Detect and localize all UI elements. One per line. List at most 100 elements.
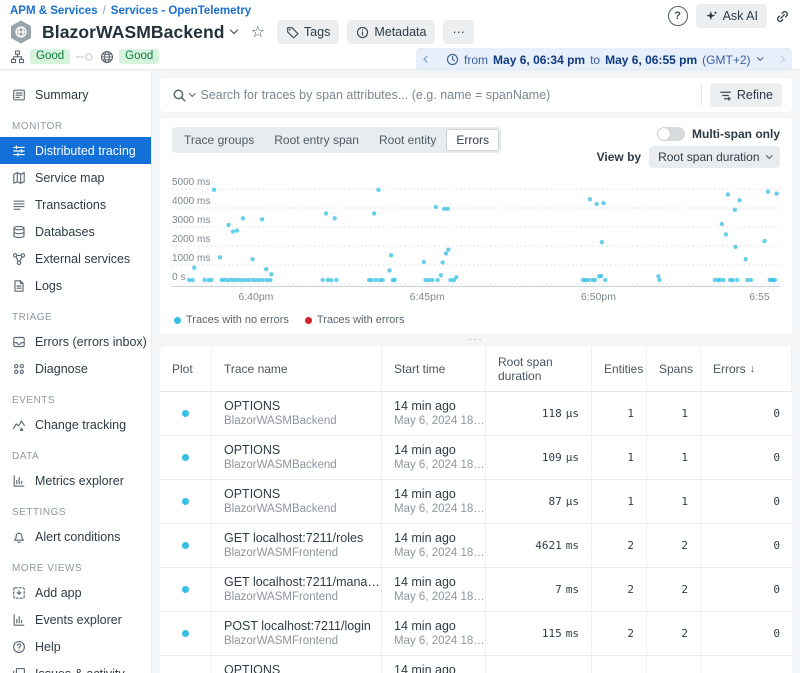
multi-span-toggle[interactable] — [657, 127, 685, 141]
sidebar-item-logs[interactable]: Logs — [0, 272, 151, 299]
sidebar-item-issues-activity[interactable]: Issues & activity — [0, 660, 151, 673]
sidebar-item-metrics-explorer[interactable]: Metrics explorer — [0, 467, 151, 494]
web-health-badge[interactable]: Good — [119, 49, 159, 64]
column-header-spans[interactable]: Spans — [647, 346, 701, 392]
help-circle-icon[interactable]: ? — [668, 6, 688, 26]
diagnose-icon — [12, 362, 26, 376]
column-header-trace-name[interactable]: Trace name — [212, 346, 382, 392]
sidebar-item-summary[interactable]: Summary — [0, 81, 151, 108]
sidebar-item-external-services[interactable]: External services — [0, 245, 151, 272]
entities-cell: 1 — [592, 480, 647, 524]
sidebar-item-change-tracking[interactable]: Change tracking — [0, 411, 151, 438]
y-axis-label: 1000 ms — [172, 253, 210, 264]
page-title: BlazorWASMBackend — [42, 22, 225, 43]
column-header-plot[interactable]: Plot — [160, 346, 212, 392]
spans-cell: 2 — [647, 524, 701, 568]
legend-item-traces-with-no-errors[interactable]: Traces with no errors — [174, 314, 289, 326]
duration-value: 87µs — [549, 495, 580, 508]
service-map-icon — [12, 171, 26, 185]
trace-point — [261, 278, 265, 282]
plot-cell — [160, 568, 212, 612]
sidebar-item-alert-conditions[interactable]: Alert conditions — [0, 523, 151, 550]
y-axis-label: 0 s — [172, 272, 185, 283]
trace-point — [231, 229, 235, 233]
panel-controls: Multi-span only View by Root span durati… — [597, 127, 780, 168]
time-range-back-chevron[interactable] — [416, 48, 438, 71]
external-services-icon — [12, 252, 26, 266]
duration-scatter-chart[interactable]: 5000 ms4000 ms3000 ms2000 ms1000 ms0 s6:… — [172, 176, 780, 308]
tags-button[interactable]: Tags — [277, 20, 339, 44]
tab-root-entity[interactable]: Root entity — [369, 129, 446, 151]
tab-errors[interactable]: Errors — [446, 129, 499, 151]
tab-trace-groups[interactable]: Trace groups — [174, 129, 264, 151]
favorite-star-icon[interactable]: ☆ — [251, 22, 265, 42]
time-range-value[interactable]: from May 6, 06:34 pm to May 6, 06:55 pm … — [438, 48, 770, 71]
permalink-icon[interactable] — [775, 9, 790, 24]
distributed-tracing-icon — [12, 144, 26, 158]
sidebar-item-label: Diagnose — [35, 362, 88, 376]
search-icon — [172, 88, 187, 103]
trace-point — [601, 201, 605, 205]
search-input[interactable] — [201, 88, 693, 102]
metadata-button[interactable]: Metadata — [347, 20, 435, 44]
trace-entity: BlazorWASMBackend — [224, 502, 380, 517]
column-header-label: Start time — [394, 362, 445, 376]
databases-icon — [12, 225, 26, 239]
search-mode-dropdown[interactable] — [170, 88, 201, 103]
start-time-cell: 14 min agoMay 6, 2024 18:... — [382, 480, 486, 524]
breadcrumb-services-opentelemetry[interactable]: Services - OpenTelemetry — [111, 5, 251, 17]
x-axis-label: 6:40pm — [238, 291, 273, 303]
trace-name: POST localhost:7211/login — [224, 618, 380, 634]
sidebar-item-add-app[interactable]: Add app — [0, 579, 151, 606]
help-icon — [12, 640, 26, 654]
app-window: APM & Services / Services - OpenTelemetr… — [0, 0, 800, 673]
sidebar-item-events-explorer[interactable]: Events explorer — [0, 606, 151, 633]
trace-point — [446, 248, 450, 252]
entity-switcher-chevron-down-icon[interactable] — [229, 26, 237, 34]
tab-root-entry-span[interactable]: Root entry span — [264, 129, 369, 151]
y-axis-label: 5000 ms — [172, 177, 210, 188]
ask-ai-button[interactable]: Ask AI — [696, 4, 767, 28]
service-map-health-badge[interactable]: Good — [30, 49, 70, 64]
x-axis-label: 6:45pm — [410, 291, 445, 303]
view-by-dropdown[interactable]: Root span duration — [649, 146, 780, 168]
time-range-timezone: (GMT+2) — [702, 53, 750, 67]
column-header-errors[interactable]: Errors↓ — [701, 346, 792, 392]
trace-point — [370, 278, 374, 282]
trace-point — [260, 217, 264, 221]
trace-name-cell: OPTIONSBlazorWASMBackend — [212, 392, 382, 436]
trace-name: GET localhost:7211/manage/info — [224, 574, 380, 590]
traces-table-card: PlotTrace name Start time Root span durati… — [160, 346, 792, 673]
topbar-actions: ? Ask AI — [668, 4, 790, 28]
sidebar-item-label: Metrics explorer — [35, 474, 124, 488]
trace-name-cell: POST localhost:7211/loginBlazorWASMFront… — [212, 612, 382, 656]
panel-resize-handle[interactable]: ··· — [160, 335, 792, 344]
time-range-forward-chevron[interactable] — [770, 48, 792, 71]
column-header-start-time[interactable]: Start time — [382, 346, 486, 392]
legend-item-traces-with-errors[interactable]: Traces with errors — [305, 314, 405, 326]
sidebar-item-errors-errors-inbox[interactable]: Errors (errors inbox) — [0, 328, 151, 355]
sidebar-item-diagnose[interactable]: Diagnose — [0, 355, 151, 382]
errors-cell: 0 — [701, 436, 792, 480]
breadcrumb-apm-services[interactable]: APM & Services — [10, 5, 98, 17]
errors-cell: 0 — [701, 392, 792, 436]
trace-point — [588, 197, 592, 201]
sidebar-item-transactions[interactable]: Transactions — [0, 191, 151, 218]
plot-cell — [160, 480, 212, 524]
trace-point — [212, 188, 216, 192]
column-header-root-span-duration[interactable]: Root span duration — [486, 346, 592, 392]
sidebar-item-label: Service map — [35, 171, 104, 185]
sidebar-item-service-map[interactable]: Service map — [0, 164, 151, 191]
column-header-entities[interactable]: Entities — [592, 346, 647, 392]
more-actions-button[interactable]: ··· — [443, 20, 474, 44]
service-map-status-icon — [10, 50, 25, 64]
issues-activity-icon — [12, 667, 26, 673]
spans-cell: 1 — [647, 392, 701, 436]
time-range-to-label: to — [590, 53, 600, 67]
sidebar-item-label: Errors (errors inbox) — [35, 335, 147, 349]
sidebar-item-distributed-tracing[interactable]: Distributed tracing — [0, 137, 151, 164]
column-header-label: Root span duration — [498, 355, 591, 383]
refine-button[interactable]: Refine — [710, 83, 782, 107]
sidebar-item-databases[interactable]: Databases — [0, 218, 151, 245]
sidebar-item-help[interactable]: Help — [0, 633, 151, 660]
